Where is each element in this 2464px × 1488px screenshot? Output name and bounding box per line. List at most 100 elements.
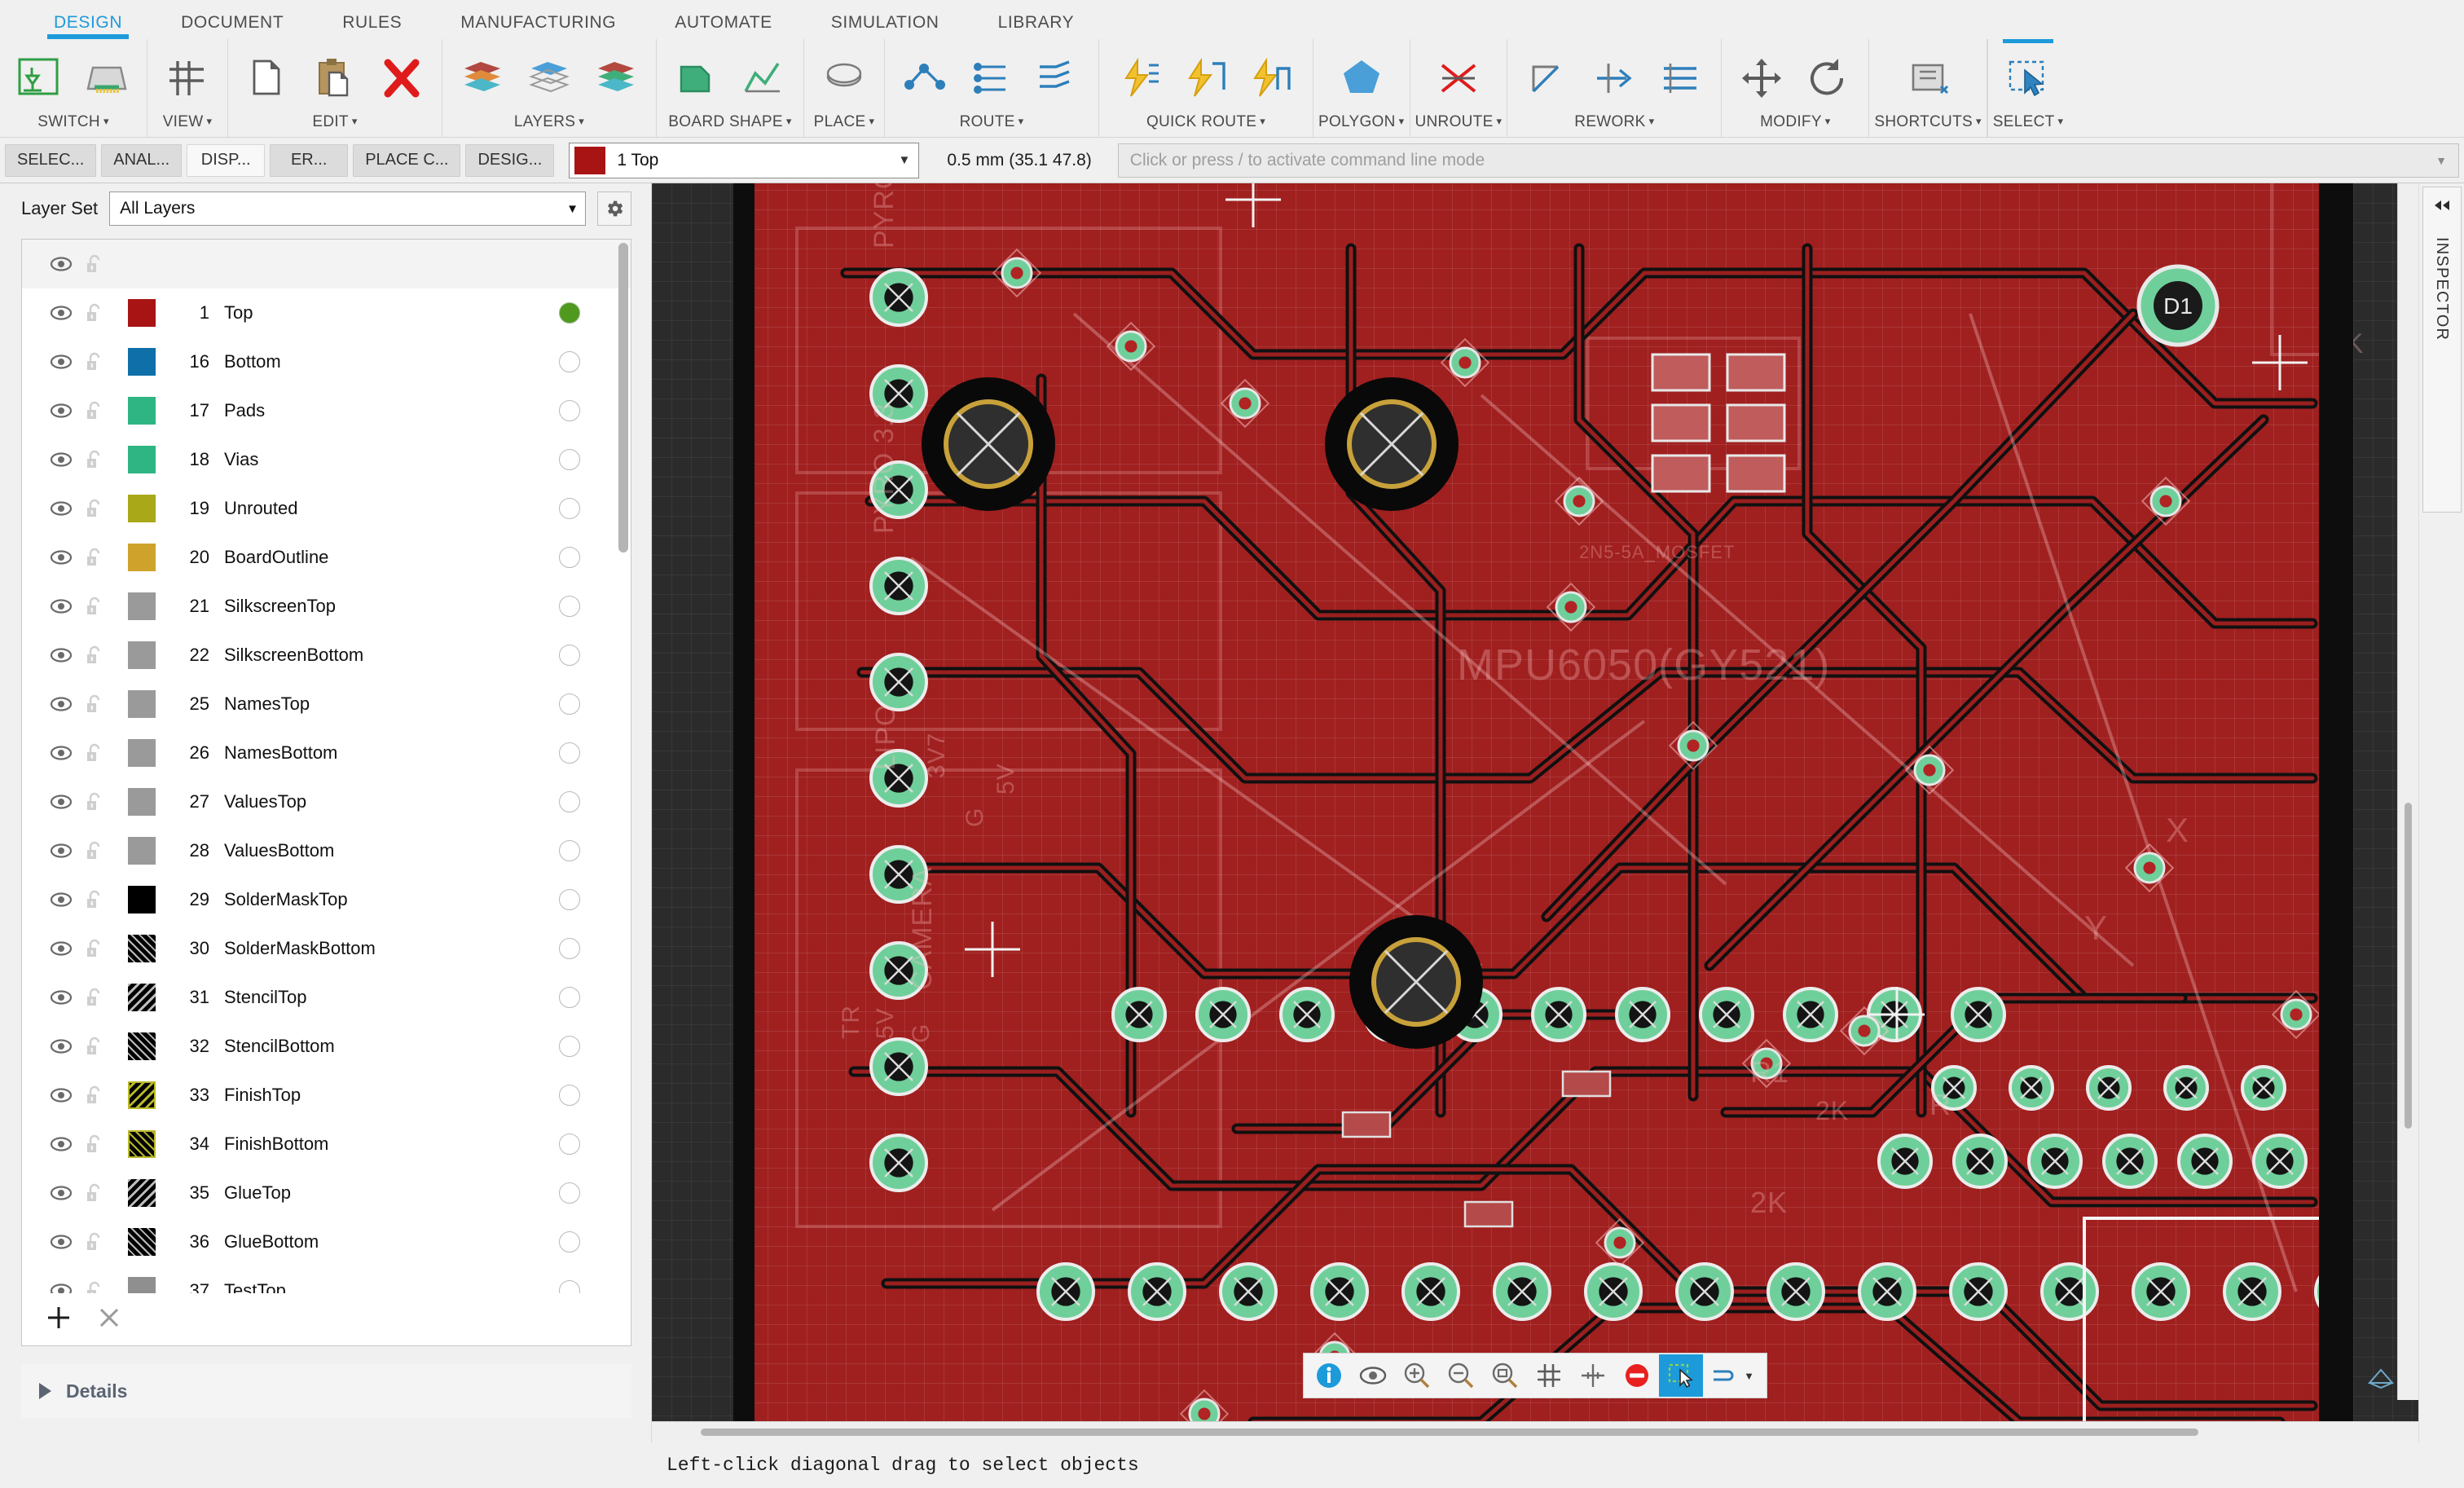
- lock-open-icon[interactable]: [86, 1036, 128, 1057]
- place-component-icon[interactable]: [811, 48, 878, 108]
- ribbon-group-label[interactable]: SELECT ▾: [1993, 113, 2064, 137]
- layers-green-icon[interactable]: [583, 48, 649, 108]
- zoom-in-icon[interactable]: [1395, 1354, 1439, 1397]
- layer-active-radio[interactable]: [559, 498, 580, 519]
- visibility-eye-icon[interactable]: [50, 306, 86, 320]
- details-section-toggle[interactable]: Details: [21, 1364, 631, 1418]
- ribbon-tab-library[interactable]: LIBRARY: [969, 13, 1104, 39]
- ribbon-group-label[interactable]: REWORK ▾: [1574, 113, 1654, 137]
- visibility-eye-icon[interactable]: [50, 1088, 86, 1103]
- layer-row-soldermaskbottom[interactable]: 30 SolderMaskBottom: [22, 924, 631, 973]
- lock-open-icon[interactable]: [86, 1280, 128, 1293]
- layer-color-swatch[interactable]: [128, 544, 156, 571]
- split-icon[interactable]: [1581, 48, 1648, 108]
- layer-row-gluetop[interactable]: 35 GlueTop: [22, 1169, 631, 1217]
- lock-open-icon[interactable]: [86, 351, 128, 372]
- ribbon-group-label[interactable]: EDIT ▾: [312, 113, 357, 137]
- route-net-icon[interactable]: [958, 48, 1025, 108]
- layer-color-swatch[interactable]: [128, 886, 156, 913]
- no-entry-icon[interactable]: [1615, 1354, 1659, 1397]
- layer-color-swatch[interactable]: [128, 935, 156, 962]
- layer-set-select[interactable]: All Layers ▼: [109, 192, 586, 226]
- layer-active-radio[interactable]: [559, 693, 580, 715]
- add-layer-icon[interactable]: [45, 1304, 73, 1336]
- layer-row-top[interactable]: 1 Top: [22, 288, 631, 337]
- layer-row-bottom[interactable]: 16 Bottom: [22, 337, 631, 386]
- lock-open-icon[interactable]: [86, 1182, 128, 1204]
- pcb-canvas[interactable]: D1 PYRO 7.4PYRO 3.3LIPO3V7G5VCAMERATR5VG…: [652, 183, 2418, 1421]
- route-multi-icon[interactable]: [1025, 48, 1092, 108]
- layer-active-radio[interactable]: [559, 547, 580, 568]
- secondary-tab-5[interactable]: DESIG...: [465, 143, 555, 177]
- command-line-input[interactable]: Click or press / to activate command lin…: [1117, 143, 2459, 178]
- visibility-eye-icon[interactable]: [50, 257, 86, 271]
- layer-row-namestop[interactable]: 25 NamesTop: [22, 680, 631, 729]
- grid-icon[interactable]: [154, 48, 221, 108]
- visibility-eye-icon[interactable]: [50, 795, 86, 809]
- lock-open-icon[interactable]: [86, 840, 128, 861]
- layer-active-radio[interactable]: [559, 302, 580, 324]
- visibility-eye-icon[interactable]: [50, 599, 86, 614]
- ribbon-tab-manufacturing[interactable]: MANUFACTURING: [431, 13, 645, 39]
- delete-layer-icon[interactable]: [97, 1305, 121, 1334]
- board-outline-icon[interactable]: [663, 48, 730, 108]
- inspector-panel-tab[interactable]: INSPECTOR: [2422, 187, 2462, 513]
- layer-color-swatch[interactable]: [128, 1130, 156, 1158]
- ribbon-group-label[interactable]: QUICK ROUTE ▾: [1146, 113, 1265, 137]
- ribbon-tab-document[interactable]: DOCUMENT: [152, 13, 313, 39]
- lock-open-icon[interactable]: [86, 302, 128, 324]
- visibility-eye-icon[interactable]: [50, 746, 86, 760]
- layer-active-radio[interactable]: [559, 1085, 580, 1106]
- visibility-eye-icon[interactable]: [50, 843, 86, 858]
- layer-active-radio[interactable]: [559, 1280, 580, 1293]
- layer-row-boardoutline[interactable]: 20 BoardOutline: [22, 533, 631, 582]
- schematic-switch-icon[interactable]: [7, 48, 73, 108]
- visibility-eye-icon[interactable]: [50, 354, 86, 369]
- ribbon-tab-rules[interactable]: RULES: [313, 13, 431, 39]
- double-chevron-left-icon[interactable]: [2431, 199, 2453, 216]
- route-style-icon[interactable]: ▼: [1703, 1354, 1763, 1397]
- zoom-fit-icon[interactable]: [1483, 1354, 1527, 1397]
- visibility-eye-icon[interactable]: [50, 941, 86, 956]
- lock-open-icon[interactable]: [86, 889, 128, 910]
- visibility-eye-icon[interactable]: [50, 550, 86, 565]
- polygon-icon[interactable]: [1328, 48, 1395, 108]
- visibility-eye-icon[interactable]: [1351, 1354, 1395, 1397]
- secondary-tab-4[interactable]: PLACE C...: [353, 143, 461, 177]
- visibility-eye-icon[interactable]: [50, 648, 86, 663]
- layer-row-stencilbottom[interactable]: 32 StencilBottom: [22, 1022, 631, 1071]
- ribbon-group-label[interactable]: PLACE ▾: [814, 113, 875, 137]
- visibility-eye-icon[interactable]: [50, 892, 86, 907]
- secondary-tab-1[interactable]: ANAL...: [101, 143, 183, 177]
- layers-blue-icon[interactable]: [516, 48, 583, 108]
- layer-row-gluebottom[interactable]: 36 GlueBottom: [22, 1217, 631, 1266]
- ribbon-group-label[interactable]: LAYERS ▾: [514, 113, 584, 137]
- view-cube-icon[interactable]: [2366, 1365, 2396, 1395]
- ribbon-group-label[interactable]: MODIFY ▾: [1760, 113, 1831, 137]
- visibility-eye-icon[interactable]: [50, 1235, 86, 1249]
- layer-active-radio[interactable]: [559, 840, 580, 861]
- paste-icon[interactable]: [301, 48, 368, 108]
- layer-row-testtop[interactable]: 37 TestTop: [22, 1266, 631, 1293]
- lock-open-icon[interactable]: [86, 400, 128, 421]
- zoom-out-icon[interactable]: [1439, 1354, 1483, 1397]
- layer-color-swatch[interactable]: [128, 1228, 156, 1256]
- scrollbar-thumb[interactable]: [701, 1429, 2198, 1436]
- lock-open-icon[interactable]: [86, 253, 128, 275]
- layer-row-silkscreentop[interactable]: 21 SilkscreenTop: [22, 582, 631, 631]
- layer-row-valuesbottom[interactable]: 28 ValuesBottom: [22, 826, 631, 875]
- layer-row-namesbottom[interactable]: 26 NamesBottom: [22, 729, 631, 777]
- ribbon-group-label[interactable]: SWITCH ▾: [37, 113, 109, 137]
- visibility-eye-icon[interactable]: [50, 697, 86, 711]
- info-icon[interactable]: [1307, 1354, 1351, 1397]
- layer-row-valuestop[interactable]: 27 ValuesTop: [22, 777, 631, 826]
- board-switch-icon[interactable]: [73, 48, 140, 108]
- layer-row-stenciltop[interactable]: 31 StencilTop: [22, 973, 631, 1022]
- visibility-eye-icon[interactable]: [50, 1137, 86, 1151]
- lock-open-icon[interactable]: [86, 791, 128, 812]
- ribbon-tab-simulation[interactable]: SIMULATION: [802, 13, 969, 39]
- layer-list-scrollbar[interactable]: [618, 243, 628, 1290]
- visibility-eye-icon[interactable]: [50, 403, 86, 418]
- layer-row-silkscreenbottom[interactable]: 22 SilkscreenBottom: [22, 631, 631, 680]
- canvas-horizontal-scrollbar[interactable]: [652, 1421, 2418, 1442]
